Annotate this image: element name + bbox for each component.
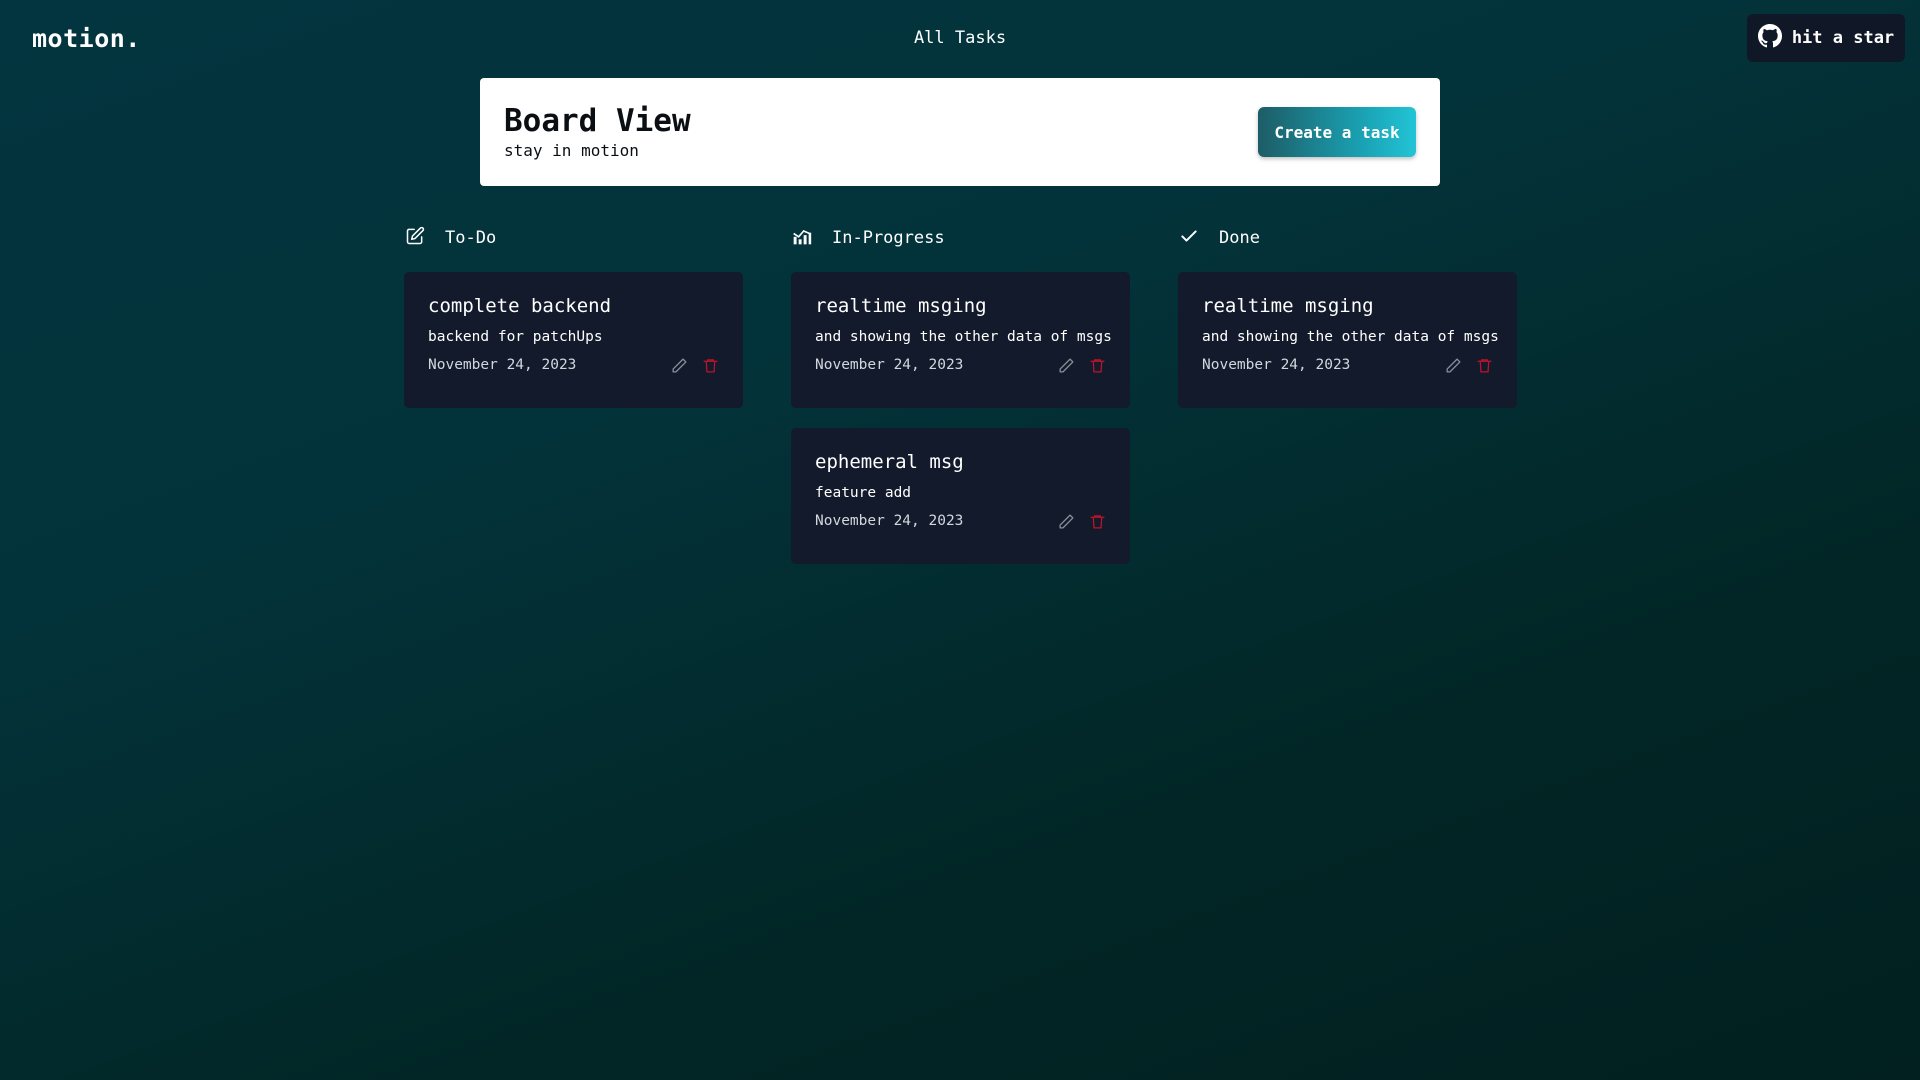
- task-description: backend for patchUps: [428, 328, 603, 345]
- task-footer: November 24, 2023: [815, 513, 1106, 530]
- task-date: November 24, 2023: [428, 357, 577, 374]
- column-in-progress: In-Progress realtime msging and showing …: [791, 226, 1130, 584]
- task-date: November 24, 2023: [815, 357, 964, 374]
- column-header-todo: To-Do: [404, 226, 743, 250]
- header-text: Board View stay in motion: [504, 104, 691, 159]
- column-title: To-Do: [445, 228, 497, 248]
- bar-chart-icon: [792, 226, 812, 250]
- task-title: realtime msging: [1202, 295, 1374, 317]
- edit-square-icon: [405, 226, 425, 250]
- board-columns: To-Do complete backend backend for patch…: [404, 226, 1517, 584]
- column-header-in-progress: In-Progress: [791, 226, 1130, 250]
- trash-icon[interactable]: [1476, 357, 1493, 374]
- check-icon: [1179, 226, 1199, 250]
- column-done: Done realtime msging and showing the oth…: [1178, 226, 1517, 584]
- page-subtitle: stay in motion: [504, 140, 639, 160]
- task-actions: [1058, 513, 1106, 530]
- nav-title: All Tasks: [0, 28, 1920, 48]
- task-title: ephemeral msg: [815, 451, 964, 473]
- task-card[interactable]: realtime msging and showing the other da…: [791, 272, 1130, 408]
- github-star-label: hit a star: [1791, 28, 1895, 48]
- task-date: November 24, 2023: [815, 513, 964, 530]
- task-description: and showing the other data of msgs: [1202, 328, 1499, 345]
- task-card[interactable]: ephemeral msg feature add November 24, 2…: [791, 428, 1130, 564]
- task-footer: November 24, 2023: [1202, 357, 1493, 374]
- column-title: In-Progress: [832, 228, 945, 248]
- task-actions: [671, 357, 719, 374]
- task-footer: November 24, 2023: [815, 357, 1106, 374]
- board-header-card: Board View stay in motion Create a task: [480, 78, 1440, 186]
- task-actions: [1445, 357, 1493, 374]
- pencil-icon[interactable]: [1058, 357, 1075, 374]
- github-icon: [1757, 23, 1782, 53]
- trash-icon[interactable]: [1089, 357, 1106, 374]
- task-actions: [1058, 357, 1106, 374]
- task-title: realtime msging: [815, 295, 987, 317]
- page-title: Board View: [504, 103, 691, 140]
- github-star-button[interactable]: hit a star: [1747, 14, 1905, 62]
- pencil-icon[interactable]: [671, 357, 688, 374]
- pencil-icon[interactable]: [1058, 513, 1075, 530]
- all-tasks-link[interactable]: All Tasks: [914, 28, 1006, 48]
- task-description: feature add: [815, 484, 912, 501]
- trash-icon[interactable]: [702, 357, 719, 374]
- task-title: complete backend: [428, 295, 612, 317]
- column-todo: To-Do complete backend backend for patch…: [404, 226, 743, 584]
- trash-icon[interactable]: [1089, 513, 1106, 530]
- column-title: Done: [1219, 228, 1260, 248]
- column-header-done: Done: [1178, 226, 1517, 250]
- pencil-icon[interactable]: [1445, 357, 1462, 374]
- task-footer: November 24, 2023: [428, 357, 719, 374]
- create-task-button[interactable]: Create a task: [1258, 107, 1416, 157]
- task-date: November 24, 2023: [1202, 357, 1351, 374]
- task-card[interactable]: complete backend backend for patchUps No…: [404, 272, 743, 408]
- task-description: and showing the other data of msgs: [815, 328, 1112, 345]
- task-card[interactable]: realtime msging and showing the other da…: [1178, 272, 1517, 408]
